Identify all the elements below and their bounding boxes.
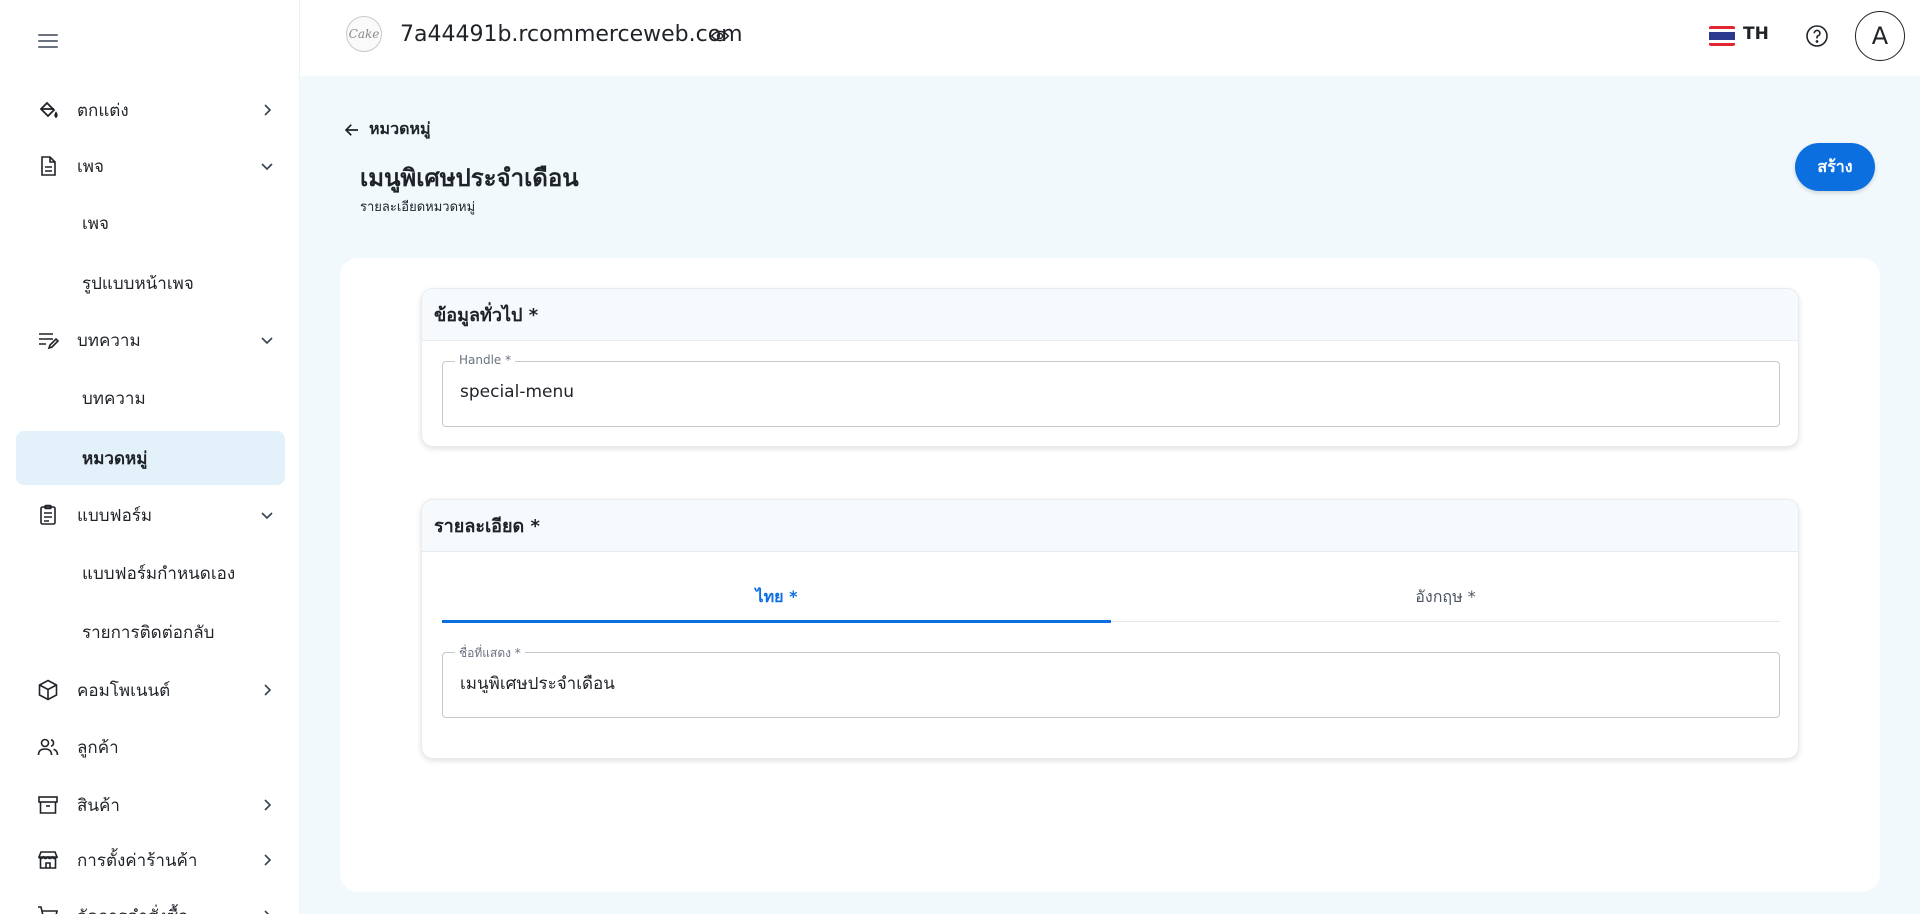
sidebar-item-label: เพจ	[77, 156, 104, 177]
general-info-title: ข้อมูลทั่วไป *	[422, 289, 1798, 341]
handle-label: Handle *	[455, 353, 516, 367]
eye-icon[interactable]	[710, 26, 730, 46]
content-panel: ข้อมูลทั่วไป * Handle * รายละเอียด * ไทย…	[340, 258, 1880, 892]
cube-icon	[36, 678, 60, 702]
chevron-right-icon	[264, 854, 272, 866]
hamburger-menu-icon[interactable]	[38, 32, 60, 50]
sidebar-subitem-label: รายการติดต่อกลับ	[82, 622, 215, 643]
chevron-right-icon	[264, 684, 272, 696]
sidebar-subitem-categories[interactable]: หมวดหมู่	[16, 431, 285, 485]
sidebar-subitem-label: หมวดหมู่	[82, 448, 148, 469]
cart-icon	[36, 904, 60, 914]
sidebar-item-label: จัดการคำสั่งซื้อ	[77, 903, 188, 914]
arrow-left-icon	[344, 123, 358, 136]
sidebar-subitem-label: รูปแบบหน้าเพจ	[82, 273, 194, 294]
sidebar-item-label: บทความ	[77, 330, 141, 351]
sidebar-item-forms[interactable]: แบบฟอร์ม	[16, 489, 285, 541]
tab-thai[interactable]: ไทย *	[442, 572, 1111, 623]
display-name-field[interactable]: ชื่อที่แสดง *	[442, 644, 1780, 718]
paint-bucket-icon	[36, 98, 60, 122]
sidebar-subitem-label: บทความ	[82, 388, 146, 409]
sidebar-item-label: สินค้า	[77, 795, 120, 816]
back-link[interactable]: หมวดหมู่	[343, 117, 431, 142]
sidebar-item-label: ลูกค้า	[77, 737, 119, 758]
store-icon	[36, 848, 60, 872]
sidebar-subitem-contact-list[interactable]: รายการติดต่อกลับ	[16, 606, 285, 658]
create-button[interactable]: สร้าง	[1795, 143, 1875, 191]
chevron-down-icon	[261, 163, 273, 171]
chevron-right-icon	[264, 104, 272, 116]
details-card: รายละเอียด * ไทย * อังกฤษ * ชื่อที่แสดง …	[421, 499, 1799, 759]
back-link-label: หมวดหมู่	[369, 119, 431, 138]
handle-input[interactable]	[460, 382, 1760, 402]
sidebar-subitem-label: แบบฟอร์มกำหนดเอง	[82, 563, 236, 584]
sidebar-item-label: การตั้งค่าร้านค้า	[77, 850, 198, 871]
display-name-input[interactable]	[460, 673, 1760, 693]
sidebar-item-label: คอมโพเนนต์	[77, 680, 171, 701]
archive-box-icon	[36, 793, 60, 817]
store-domain: 7a44491b.rcommerceweb.com	[400, 22, 743, 47]
sidebar: ตกแต่ง เพจ เพจ รูปแบบหน้าเพจ บทความ บทคว…	[0, 0, 300, 914]
sidebar-item-orders[interactable]: จัดการคำสั่งซื้อ	[16, 890, 285, 914]
chevron-right-icon	[264, 799, 272, 811]
sidebar-subitem-label: เพจ	[82, 213, 109, 234]
page-subtitle: รายละเอียดหมวดหมู่	[360, 200, 476, 215]
display-name-label: ชื่อที่แสดง *	[455, 644, 525, 663]
avatar[interactable]: A	[1855, 11, 1905, 61]
details-title: รายละเอียด *	[422, 500, 1798, 552]
sidebar-item-customers[interactable]: ลูกค้า	[16, 721, 285, 773]
users-icon	[36, 735, 60, 759]
general-info-card: ข้อมูลทั่วไป * Handle *	[421, 288, 1799, 447]
sidebar-subitem-pages[interactable]: เพจ	[16, 197, 285, 249]
page-title: เมนูพิเศษประจำเดือน	[360, 164, 579, 192]
thai-flag-icon[interactable]	[1709, 26, 1735, 46]
chevron-right-icon	[264, 910, 270, 914]
tab-english[interactable]: อังกฤษ *	[1111, 572, 1780, 622]
help-icon[interactable]	[1805, 24, 1829, 48]
handle-field[interactable]: Handle *	[442, 353, 1780, 427]
sidebar-item-articles[interactable]: บทความ	[16, 314, 285, 366]
sidebar-item-store-settings[interactable]: การตั้งค่าร้านค้า	[16, 834, 285, 886]
clipboard-icon	[36, 503, 60, 527]
sidebar-item-label: แบบฟอร์ม	[77, 505, 153, 526]
sidebar-subitem-articles[interactable]: บทความ	[16, 372, 285, 424]
sidebar-subitem-custom-forms[interactable]: แบบฟอร์มกำหนดเอง	[16, 547, 285, 599]
article-edit-icon	[36, 328, 60, 352]
sidebar-item-label: ตกแต่ง	[77, 100, 129, 121]
sidebar-item-components[interactable]: คอมโพเนนต์	[16, 664, 285, 716]
language-tabs: ไทย * อังกฤษ *	[442, 572, 1780, 623]
topbar: Cake 7a44491b.rcommerceweb.com TH A	[300, 0, 1920, 76]
logo-text: Cake	[348, 27, 380, 41]
page-icon	[36, 154, 60, 178]
chevron-down-icon	[261, 337, 273, 345]
chevron-down-icon	[261, 512, 273, 520]
sidebar-item-products[interactable]: สินค้า	[16, 779, 285, 831]
sidebar-item-decorate[interactable]: ตกแต่ง	[16, 84, 285, 136]
store-logo[interactable]: Cake	[346, 16, 382, 52]
language-selector[interactable]: TH	[1743, 24, 1769, 44]
sidebar-subitem-page-templates[interactable]: รูปแบบหน้าเพจ	[16, 257, 285, 309]
sidebar-item-pages[interactable]: เพจ	[16, 140, 285, 192]
